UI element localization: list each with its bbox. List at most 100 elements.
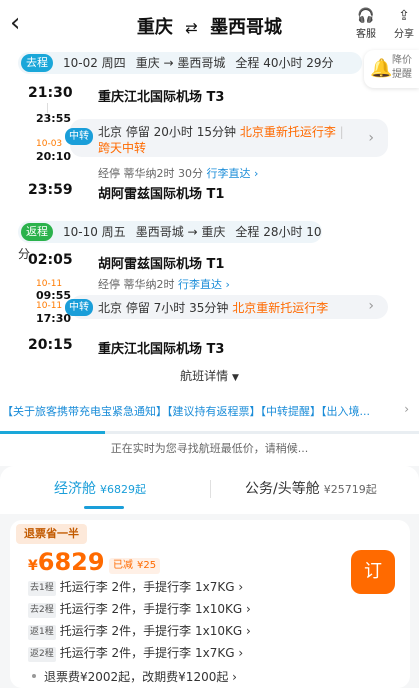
stopover-text: 经停 蒂华纳2时 [98, 278, 175, 291]
baggage-text: 托运行李 2件，手提行李 1x10KG [59, 624, 243, 638]
tab-divider [210, 480, 211, 498]
refund-tag: 退票省一半 [16, 524, 87, 544]
price-alert-label: 降价提醒 [392, 55, 412, 80]
outbound-transfer-date: 10-03 [36, 139, 63, 149]
transfer-recheck-note: 北京重新托运行李 [232, 301, 329, 315]
transfer-stay: 停留 7小时 35分钟 [125, 301, 229, 315]
refund-change-fees[interactable]: 退票费¥2002起，改期费¥1200起 › [32, 668, 237, 685]
outbound-date: 10-02 周四 [63, 56, 126, 70]
outbound-leg-header: 去程 10-02 周四 重庆 → 墨西哥城 全程 40小时 29分 [18, 52, 362, 74]
inbound-departure-time: 02:05 [28, 252, 73, 268]
outbound-transfer-departure-time: 20:10 [36, 150, 72, 163]
tab-business-first[interactable]: 公务/头等舱 ¥25719起 [245, 478, 377, 498]
share-label: 分享 [394, 29, 414, 40]
chevron-right-icon: › [228, 670, 237, 684]
stopover-text: 经停 蒂华纳2时 30分 [98, 167, 203, 180]
outbound-stopover: 经停 蒂华纳2时 30分 行李直达 › [98, 165, 258, 181]
chevron-right-icon: › [242, 624, 251, 638]
baggage-text: 托运行李 2件，手提行李 1x7KG [59, 580, 235, 594]
fare-price: ¥6829 [28, 548, 105, 576]
header: ‹ 重庆 ⇄ 墨西哥城 🎧 客服 ⇪ 分享 [0, 0, 419, 50]
discount-value: ¥25 [137, 560, 157, 571]
tab-business-label: 公务/头等舱 [245, 481, 320, 497]
price-alert-button[interactable]: 🔔 降价提醒 [364, 50, 419, 88]
segment-tag: 返2程 [28, 647, 56, 662]
customer-service-label: 客服 [356, 29, 376, 40]
segment-tag: 去1程 [28, 581, 56, 596]
book-button[interactable]: 订 [351, 550, 395, 594]
inbound-arrival-airport: 重庆江北国际机场 T3 [98, 342, 225, 357]
baggage-row[interactable]: 去1程 托运行李 2件，手提行李 1x7KG › [28, 578, 243, 596]
segment-tag: 返1程 [28, 625, 56, 640]
chevron-right-icon: › [234, 646, 244, 660]
bullet-icon [32, 674, 36, 678]
inbound-departure-airport: 胡阿雷兹国际机场 T1 [98, 257, 225, 272]
search-progress-bar [0, 431, 419, 434]
transfer-stay: 停留 20小时 15分钟 [125, 125, 237, 139]
transfer-recheck-note: 北京重新托运行李 [239, 125, 336, 139]
bell-icon: 🔔 [370, 58, 393, 79]
fees-text: 退票费¥2002起，改期费¥1200起 [44, 670, 229, 684]
flight-details-toggle[interactable]: 航班详情 ▼ [0, 367, 419, 384]
outbound-transfer-info: 北京 停留 20小时 15分钟 北京重新托运行李 | [98, 125, 344, 139]
caret-down-icon: ▼ [231, 373, 239, 383]
outbound-tag: 去程 [21, 54, 53, 72]
inbound-transfer-departure-date: 10-11 [36, 301, 63, 311]
baggage-through-link[interactable]: 行李直达 › [207, 167, 259, 180]
transfer-badge: 中转 [65, 299, 93, 316]
inbound-arrival-time: 20:15 [28, 337, 73, 353]
outbound-transfer-arrival-time: 23:55 [36, 112, 72, 125]
inbound-route: 墨西哥城 → 重庆 [135, 225, 226, 239]
outbound-arrival-airport: 胡阿雷兹国际机场 T1 [98, 187, 225, 202]
discount-label: 已减 [113, 560, 133, 571]
origin-city: 重庆 [136, 17, 173, 38]
tab-active-indicator [84, 506, 124, 509]
currency-symbol: ¥ [28, 558, 38, 574]
price-value: 6829 [37, 548, 105, 576]
destination-city: 墨西哥城 [210, 17, 283, 38]
chevron-right-icon: › [368, 298, 374, 314]
share-button[interactable]: ⇪ 分享 [387, 7, 419, 40]
inbound-transfer-arrival-date: 10-11 [36, 279, 63, 289]
outbound-departure-time: 21:30 [28, 85, 73, 101]
chevron-right-icon: › [242, 602, 251, 616]
round-trip-icon: ⇄ [185, 19, 198, 37]
chevron-right-icon: › [368, 130, 374, 146]
headset-icon: 🎧 [357, 8, 375, 24]
discount-badge: 已减 ¥25 [109, 558, 161, 574]
tab-business-price: ¥25719起 [323, 483, 377, 496]
searching-status: 正在实时为您寻找航班最低价，请稍候... [110, 442, 309, 455]
inbound-leg-header: 返程 10-10 周五 墨西哥城 → 重庆 全程 28小时 10分 [18, 221, 322, 261]
chevron-right-icon[interactable]: › [404, 402, 409, 416]
search-progress-fill [0, 431, 105, 434]
inbound-tag: 返程 [21, 223, 53, 241]
segment-tag: 去2程 [28, 603, 56, 618]
inbound-transfer-card[interactable]: 中转 北京 停留 7小时 35分钟 北京重新托运行李 › [65, 295, 388, 319]
notice-bar[interactable]: 【关于旅客携带充电宝紧急通知】【建议持有返程票】【中转提醒】【出入境... [0, 401, 419, 423]
cabin-tabs: 经济舱 ¥6829起 公务/头等舱 ¥25719起 [0, 466, 419, 514]
tab-economy-price: ¥6829起 [100, 483, 146, 496]
outbound-departure-airport: 重庆江北国际机场 T3 [98, 90, 225, 105]
transfer-city: 北京 [98, 125, 123, 139]
cabin-section: 经济舱 ¥6829起 公务/头等舱 ¥25719起 退票省一半 ¥6829 已减 ¥2… [0, 466, 419, 688]
transfer-badge: 中转 [65, 128, 93, 145]
baggage-through-link[interactable]: 行李直达 › [178, 278, 230, 291]
tab-economy-label: 经济舱 [54, 481, 96, 497]
outbound-transfer-card[interactable]: 中转 北京 停留 20小时 15分钟 北京重新托运行李 | 跨天中转 › [65, 119, 388, 157]
baggage-row[interactable]: 返1程 托运行李 2件，手提行李 1x10KG › [28, 622, 251, 640]
baggage-text: 托运行李 2件，手提行李 1x10KG [59, 602, 243, 616]
fare-card[interactable]: 退票省一半 ¥6829 已减 ¥25 订 去1程 托运行李 2件，手提行李 1x7K… [10, 520, 410, 688]
baggage-row[interactable]: 去2程 托运行李 2件，手提行李 1x10KG › [28, 600, 251, 618]
inbound-transfer-info: 北京 停留 7小时 35分钟 北京重新托运行李 [98, 299, 328, 316]
inbound-stopover: 经停 蒂华纳2时 行李直达 › [98, 276, 230, 292]
baggage-row[interactable]: 返2程 托运行李 2件，手提行李 1x7KG › [28, 644, 243, 662]
outbound-route: 重庆 → 墨西哥城 [135, 56, 226, 70]
transfer-overnight-note: 跨天中转 [98, 141, 147, 155]
transfer-city: 北京 [98, 301, 123, 315]
baggage-text: 托运行李 2件，手提行李 1x7KG [59, 646, 235, 660]
outbound-arrival-time: 23:59 [28, 182, 73, 198]
inbound-date: 10-10 周五 [63, 225, 126, 239]
inbound-transfer-departure-time: 17:30 [36, 312, 72, 325]
tab-economy[interactable]: 经济舱 ¥6829起 [54, 478, 146, 498]
customer-service-button[interactable]: 🎧 客服 [349, 7, 383, 40]
